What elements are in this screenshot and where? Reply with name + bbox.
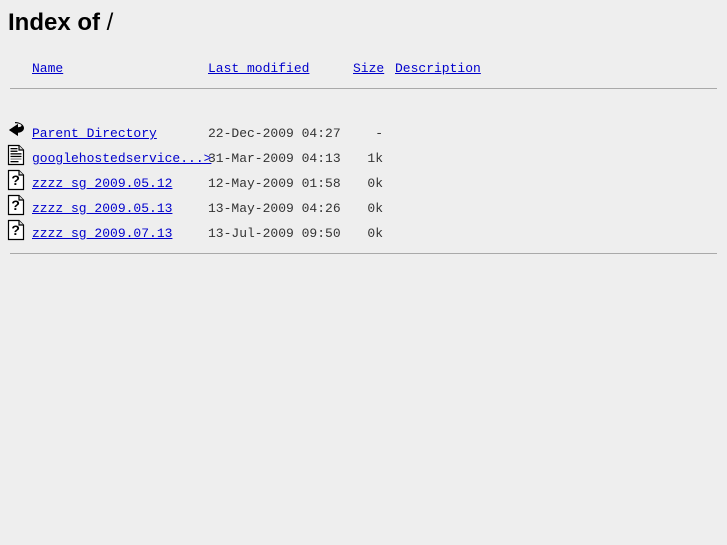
unknown-file-icon: ? [6, 169, 26, 191]
svg-text:?: ? [11, 172, 20, 188]
file-last-modified: 22-Dec-2009 04:27 [208, 126, 341, 141]
file-last-modified: 13-Jul-2009 09:50 [208, 226, 341, 241]
file-name-link[interactable]: zzzz_sg_2009.05.12 [32, 177, 172, 190]
file-size: - [375, 126, 383, 141]
svg-text:?: ? [11, 222, 20, 238]
file-last-modified: 31-Mar-2009 04:13 [208, 151, 341, 166]
file-name-link[interactable]: zzzz_sg_2009.05.13 [32, 202, 172, 215]
file-last-modified: 12-May-2009 01:58 [208, 176, 341, 191]
table-row[interactable]: ? zzzz_sg_2009.07.13 13-Jul-2009 09:50 0k [0, 218, 727, 243]
table-row[interactable]: ? zzzz_sg_2009.05.13 13-May-2009 04:26 0k [0, 193, 727, 218]
parent-directory-icon [6, 119, 26, 141]
page-title-path: / [100, 9, 114, 36]
svg-text:?: ? [11, 197, 20, 213]
file-last-modified: 13-May-2009 04:26 [208, 201, 341, 216]
page-title-text: Index of [8, 9, 101, 36]
file-size: 0k [367, 226, 383, 241]
directory-listing: Name Last modified Size Description [0, 62, 727, 86]
column-header-description[interactable]: Description [395, 62, 481, 75]
header-divider [10, 88, 717, 89]
footer-divider [10, 253, 717, 254]
listing-rows: Parent Directory 22-Dec-2009 04:27 - google… [0, 118, 727, 243]
column-header-size[interactable]: Size [353, 62, 384, 75]
unknown-file-icon: ? [6, 219, 26, 241]
text-file-icon [6, 144, 26, 166]
file-name-link[interactable]: Parent Directory [32, 127, 157, 140]
table-row[interactable]: ? zzzz_sg_2009.05.12 12-May-2009 01:58 0k [0, 168, 727, 193]
listing-header-row: Name Last modified Size Description [0, 62, 727, 86]
file-name-link[interactable]: zzzz_sg_2009.07.13 [32, 227, 172, 240]
file-name-link[interactable]: googlehostedservice...> [32, 152, 211, 165]
file-size: 0k [367, 201, 383, 216]
page-title: Index of / [8, 8, 113, 38]
unknown-file-icon: ? [6, 194, 26, 216]
directory-index-page: Index of / Name Last modified Size Descr… [0, 0, 727, 545]
table-row[interactable]: Parent Directory 22-Dec-2009 04:27 - [0, 118, 727, 143]
file-size: 1k [367, 151, 383, 166]
table-row[interactable]: googlehostedservice...> 31-Mar-2009 04:13… [0, 143, 727, 168]
column-header-last-modified[interactable]: Last modified [208, 62, 309, 75]
column-header-name[interactable]: Name [32, 62, 63, 75]
file-size: 0k [367, 176, 383, 191]
